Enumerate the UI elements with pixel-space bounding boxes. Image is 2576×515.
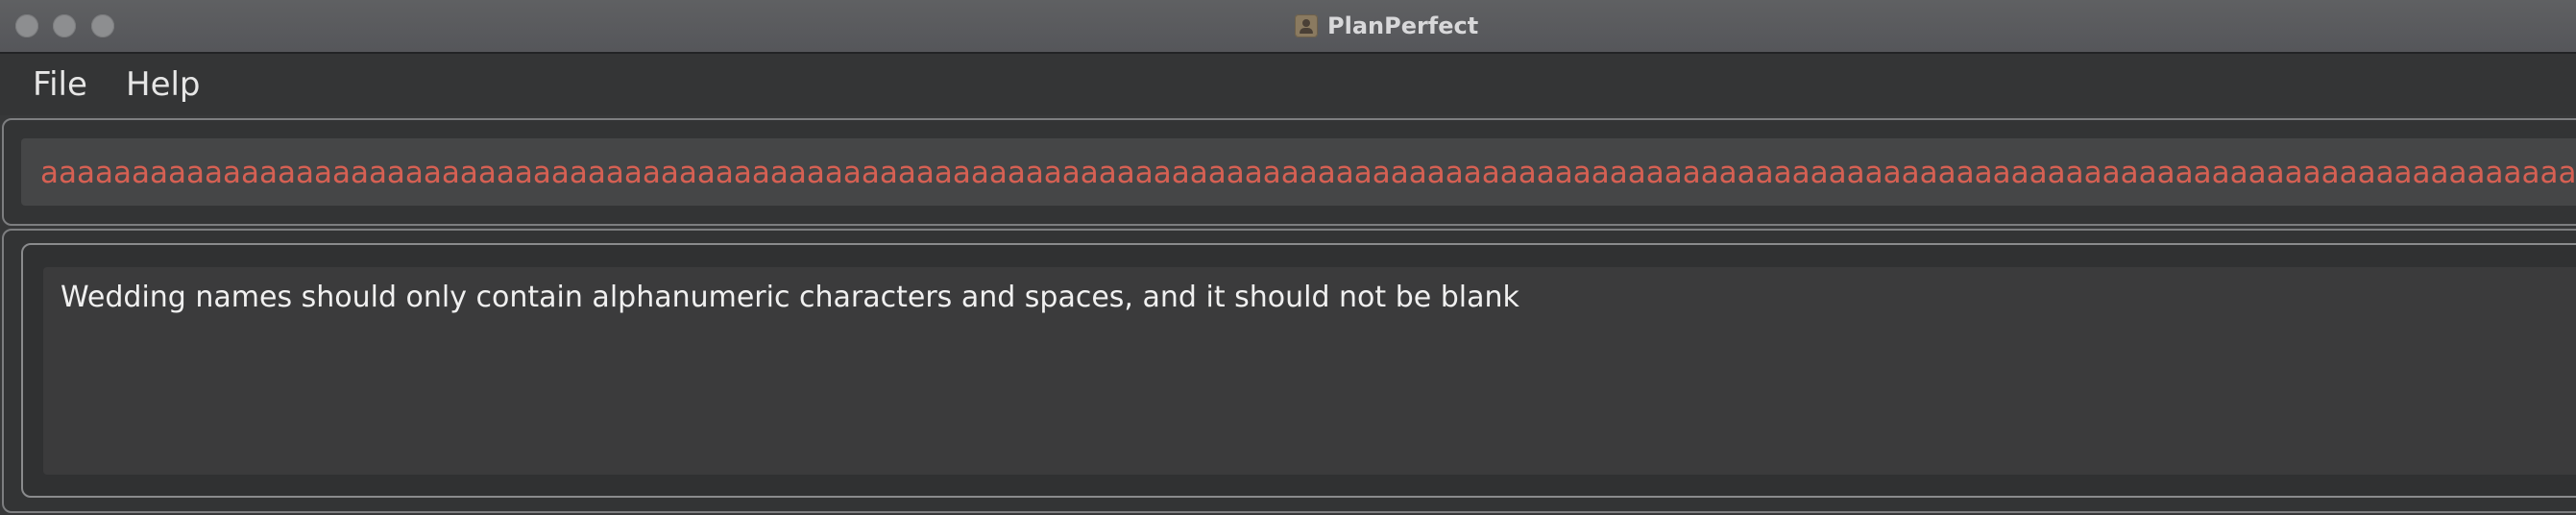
result-message: Wedding names should only contain alphan… <box>61 281 1519 314</box>
title-bar[interactable]: PlanPerfect <box>0 0 2576 54</box>
command-input[interactable]: aaaaaaaaaaaaaaaaaaaaaaaaaaaaaaaaaaaaaaaa… <box>21 138 2576 206</box>
close-window-button[interactable] <box>15 14 38 37</box>
menu-bar: File Help <box>0 54 2576 115</box>
menu-help[interactable]: Help <box>126 65 201 104</box>
maximize-window-button[interactable] <box>91 14 114 37</box>
person-icon <box>1295 14 1318 37</box>
app-window: PlanPerfect File Help aaaaaaaaaaaaaaaaaa… <box>0 0 2576 515</box>
menu-file[interactable]: File <box>33 65 87 104</box>
window-title-group: PlanPerfect <box>1295 11 1478 41</box>
window-title: PlanPerfect <box>1327 12 1479 39</box>
result-display[interactable]: Wedding names should only contain alphan… <box>43 267 2576 475</box>
minimize-window-button[interactable] <box>53 14 76 37</box>
command-input-text: aaaaaaaaaaaaaaaaaaaaaaaaaaaaaaaaaaaaaaaa… <box>40 156 2576 190</box>
